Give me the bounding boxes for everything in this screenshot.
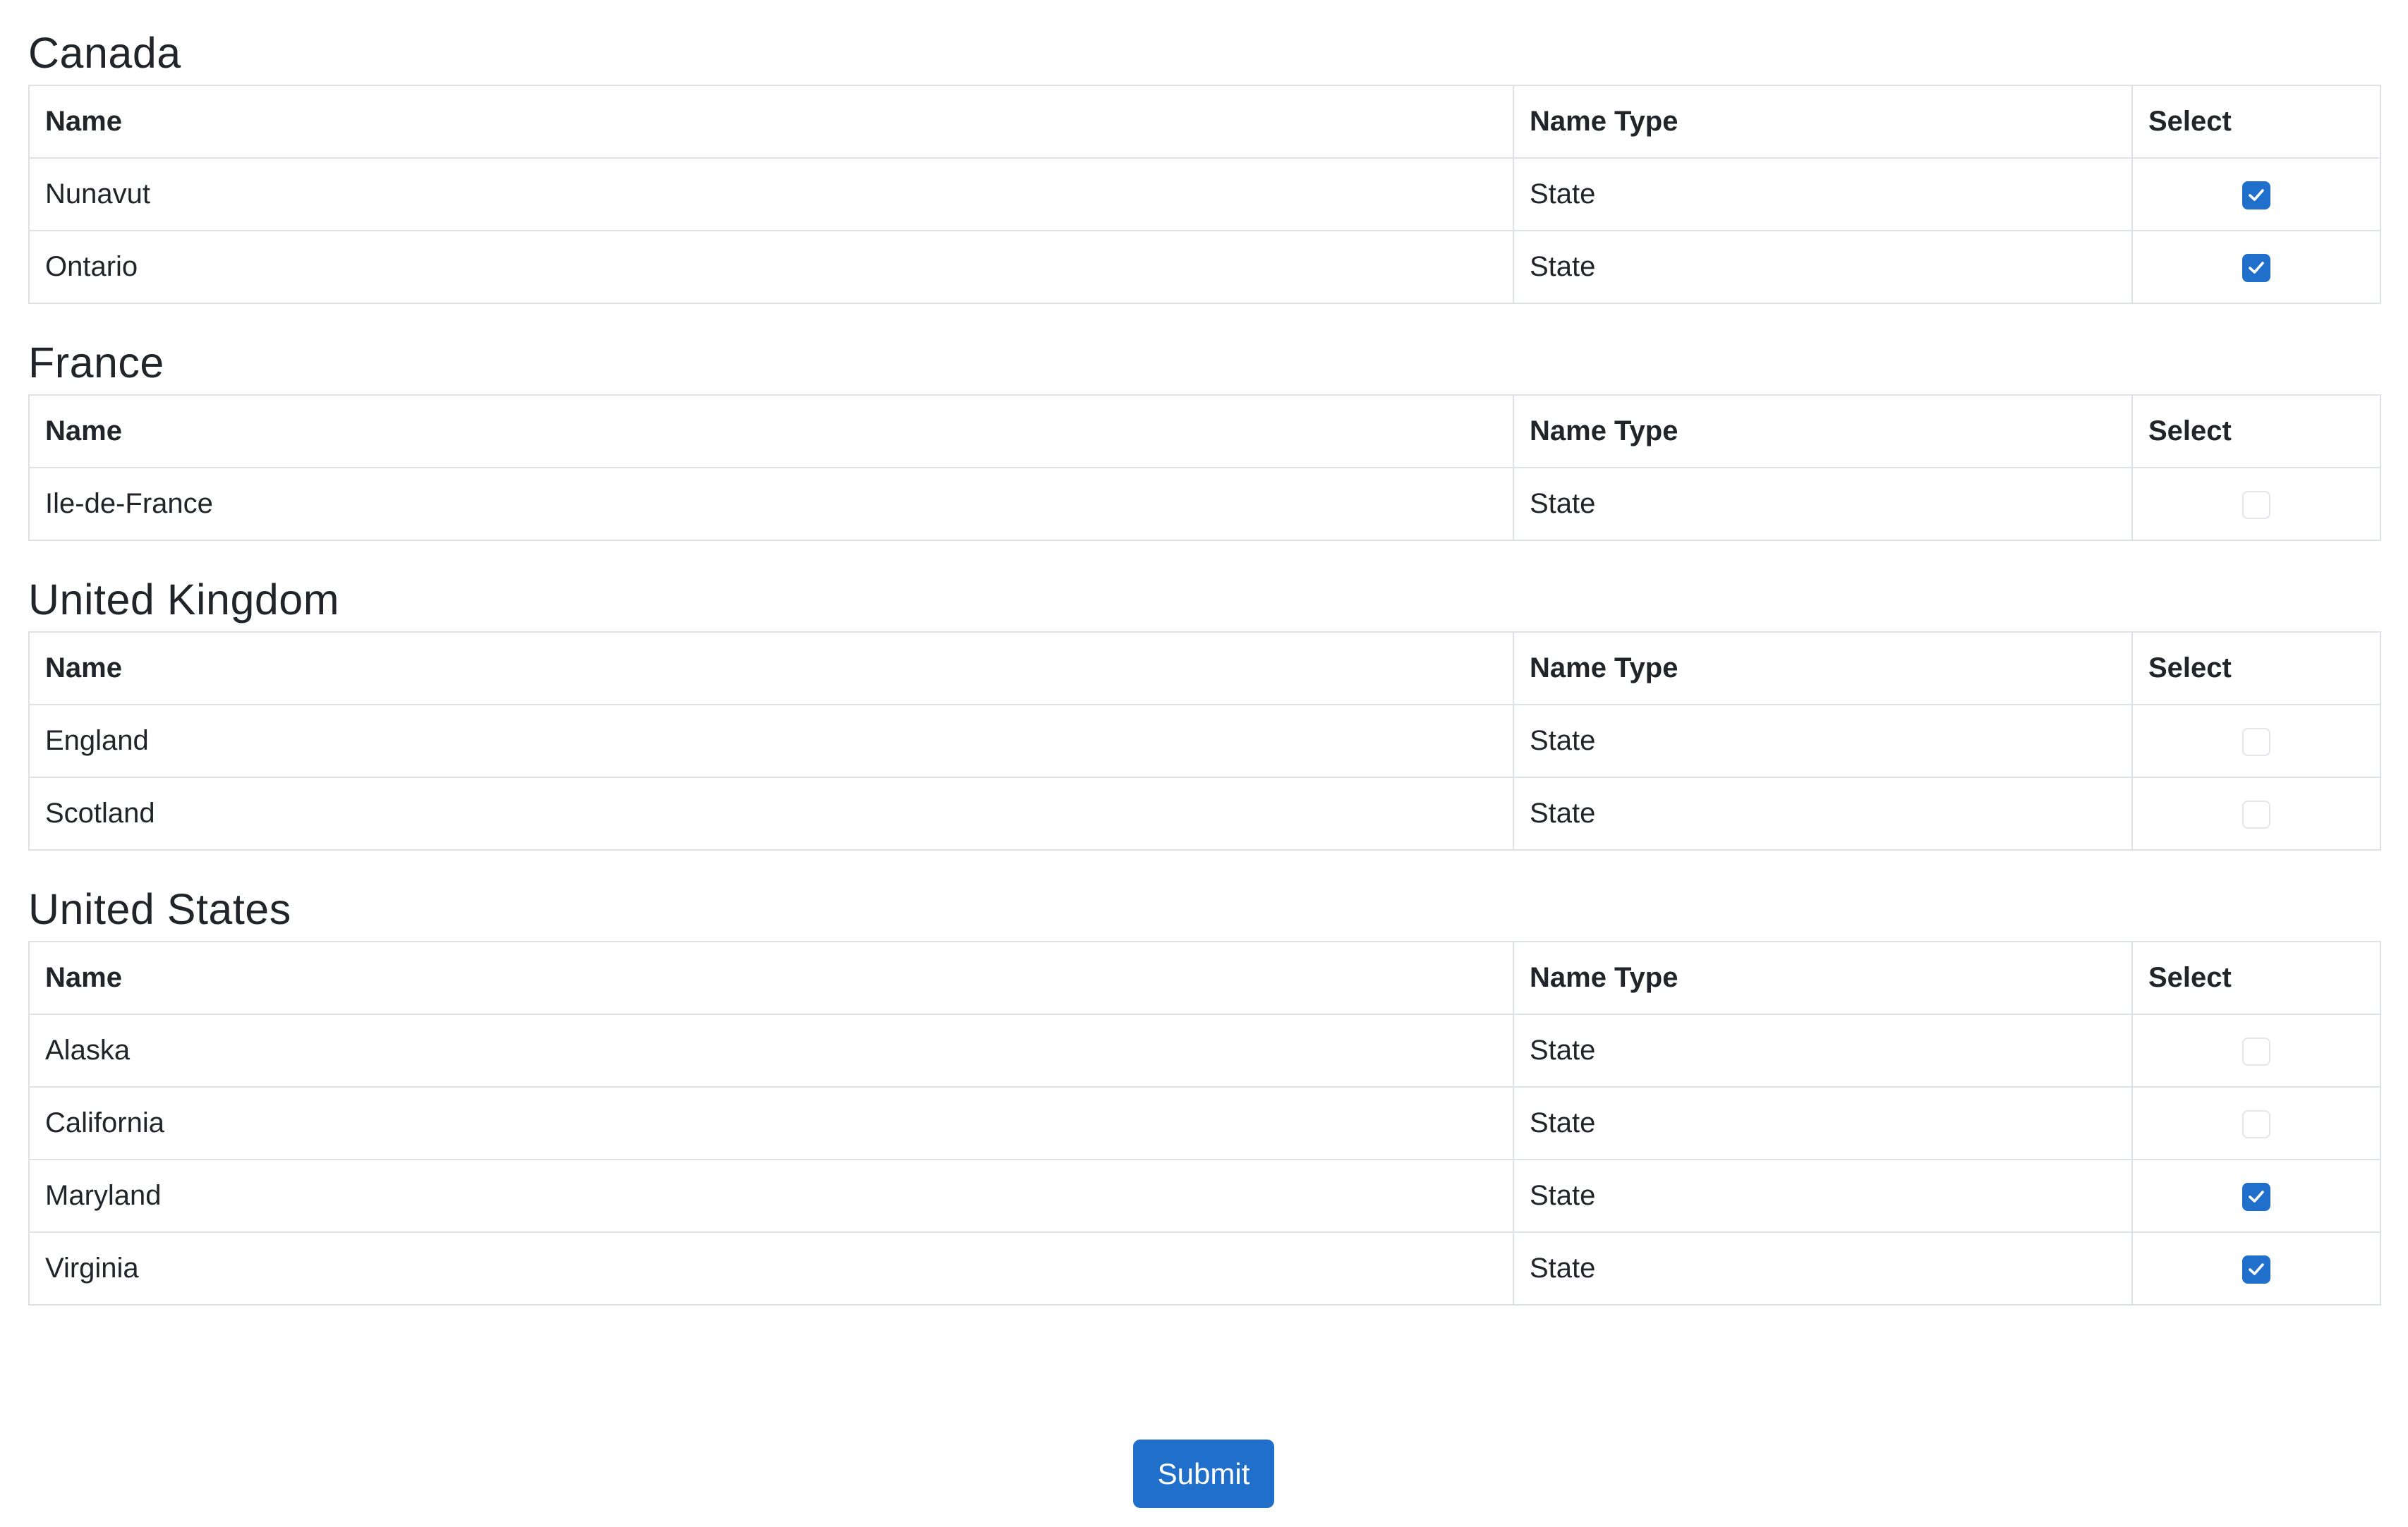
select-column-header: Select: [2131, 85, 2381, 159]
select-cell: [2131, 1159, 2381, 1233]
select-checkbox[interactable]: [2242, 801, 2270, 829]
name-cell: Alaska: [28, 1014, 1514, 1088]
name-cell: Maryland: [28, 1159, 1514, 1233]
country-section-canada: Canada Name Name Type Select Nunavut Sta…: [28, 0, 2381, 304]
select-checkbox[interactable]: [2242, 1110, 2270, 1139]
select-cell: [2131, 230, 2381, 304]
select-column-header: Select: [2131, 941, 2381, 1015]
country-section-united-states: United States Name Name Type Select Alas…: [28, 851, 2381, 1306]
name-type-cell: State: [1513, 1231, 2133, 1306]
submit-button[interactable]: Submit: [1133, 1440, 1274, 1508]
name-cell: Ontario: [28, 230, 1514, 304]
select-column-header: Select: [2131, 631, 2381, 705]
select-cell: [2131, 704, 2381, 778]
table-row: Virginia State: [28, 1231, 2381, 1306]
table-row: Ile-de-France State: [28, 467, 2381, 541]
checkmark-icon: [2249, 262, 2264, 274]
name-type-cell: State: [1513, 157, 2133, 231]
name-type-column-header: Name Type: [1513, 631, 2133, 705]
name-type-cell: State: [1513, 704, 2133, 778]
table-row: Nunavut State: [28, 157, 2381, 231]
name-cell: California: [28, 1086, 1514, 1160]
name-type-column-header: Name Type: [1513, 85, 2133, 159]
name-column-header: Name: [28, 941, 1514, 1015]
checkmark-icon: [2249, 189, 2264, 202]
name-cell: Scotland: [28, 777, 1514, 851]
checkmark-icon: [2249, 1263, 2264, 1276]
select-checkbox[interactable]: [2242, 254, 2270, 283]
select-cell: [2131, 1086, 2381, 1160]
name-type-cell: State: [1513, 1014, 2133, 1088]
checkmark-icon: [2249, 1191, 2264, 1203]
country-table: Name Name Type Select Ile-de-France Stat…: [28, 394, 2381, 541]
country-heading: United Kingdom: [28, 576, 340, 623]
select-checkbox[interactable]: [2242, 1255, 2270, 1284]
table-header-row: Name Name Type Select: [28, 941, 2381, 1015]
name-type-cell: State: [1513, 467, 2133, 541]
select-cell: [2131, 1014, 2381, 1088]
country-selection-form: Canada Name Name Type Select Nunavut Sta…: [28, 0, 2381, 1306]
select-cell: [2131, 467, 2381, 541]
table-header-row: Name Name Type Select: [28, 631, 2381, 705]
name-cell: Virginia: [28, 1231, 1514, 1306]
country-table: Name Name Type Select Alaska State Calif…: [28, 941, 2381, 1306]
select-checkbox[interactable]: [2242, 181, 2270, 210]
name-type-column-header: Name Type: [1513, 394, 2133, 468]
name-cell: Ile-de-France: [28, 467, 1514, 541]
select-cell: [2131, 157, 2381, 231]
select-column-header: Select: [2131, 394, 2381, 468]
country-table: Name Name Type Select Nunavut State Onta…: [28, 85, 2381, 304]
name-column-header: Name: [28, 631, 1514, 705]
name-cell: England: [28, 704, 1514, 778]
table-row: Alaska State: [28, 1014, 2381, 1088]
select-cell: [2131, 777, 2381, 851]
table-row: Ontario State: [28, 230, 2381, 304]
name-type-cell: State: [1513, 1086, 2133, 1160]
table-header-row: Name Name Type Select: [28, 85, 2381, 159]
table-row: California State: [28, 1086, 2381, 1160]
country-section-france: France Name Name Type Select Ile-de-Fran…: [28, 304, 2381, 541]
name-type-cell: State: [1513, 230, 2133, 304]
select-checkbox[interactable]: [2242, 1183, 2270, 1212]
name-column-header: Name: [28, 85, 1514, 159]
table-row: England State: [28, 704, 2381, 778]
country-heading: United States: [28, 885, 291, 933]
name-cell: Nunavut: [28, 157, 1514, 231]
country-table: Name Name Type Select England State Scot…: [28, 631, 2381, 851]
name-column-header: Name: [28, 394, 1514, 468]
name-type-column-header: Name Type: [1513, 941, 2133, 1015]
name-type-cell: State: [1513, 777, 2133, 851]
select-checkbox[interactable]: [2242, 1038, 2270, 1066]
select-checkbox[interactable]: [2242, 491, 2270, 520]
name-type-cell: State: [1513, 1159, 2133, 1233]
select-cell: [2131, 1231, 2381, 1306]
country-heading: Canada: [28, 29, 181, 77]
submit-container: Submit: [1133, 1440, 1274, 1508]
table-row: Maryland State: [28, 1159, 2381, 1233]
country-heading: France: [28, 339, 164, 387]
table-header-row: Name Name Type Select: [28, 394, 2381, 468]
table-row: Scotland State: [28, 777, 2381, 851]
select-checkbox[interactable]: [2242, 728, 2270, 757]
country-section-united-kingdom: United Kingdom Name Name Type Select Eng…: [28, 541, 2381, 851]
